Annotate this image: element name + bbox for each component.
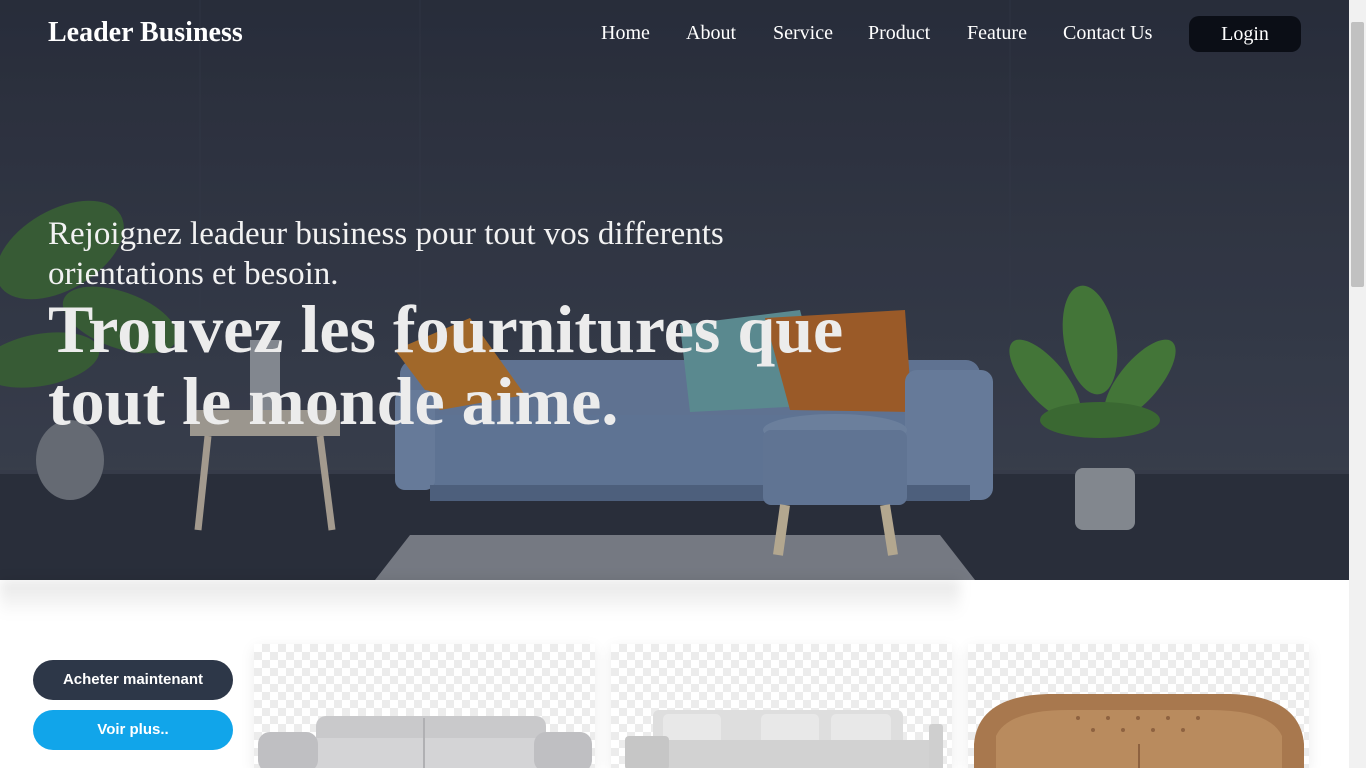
hero-title: Trouvez les fournitures que tout le mond… — [48, 291, 844, 439]
main-nav: Home About Service Product Feature Conta… — [0, 22, 1349, 48]
product-card-light-grey-sectional[interactable] — [611, 644, 952, 768]
nav-product[interactable]: Product — [868, 22, 930, 45]
nav-service[interactable]: Service — [773, 22, 833, 45]
product-card-grey-leather-sofa[interactable] — [254, 644, 595, 768]
page-scrollbar[interactable] — [1349, 0, 1366, 768]
nav-feature[interactable]: Feature — [967, 22, 1027, 45]
see-more-button[interactable]: Voir plus.. — [33, 710, 233, 750]
product-card-tan-chesterfield[interactable] — [968, 644, 1309, 768]
hero-subtitle: Rejoignez leadeur business pour tout vos… — [48, 216, 724, 292]
login-button[interactable]: Login — [1189, 16, 1301, 52]
nav-contact-us[interactable]: Contact Us — [1063, 22, 1152, 45]
buy-now-button[interactable]: Acheter maintenant — [33, 660, 233, 700]
nav-home[interactable]: Home — [601, 22, 650, 45]
sofa-image — [625, 710, 943, 768]
sofa-image — [258, 716, 592, 768]
hero-shadow — [0, 580, 960, 616]
scrollbar-thumb[interactable] — [1351, 22, 1364, 287]
sofa-image — [974, 694, 1304, 768]
hero-section: Leader Business Home About Service Produ… — [0, 0, 1349, 580]
nav-about[interactable]: About — [686, 22, 736, 45]
